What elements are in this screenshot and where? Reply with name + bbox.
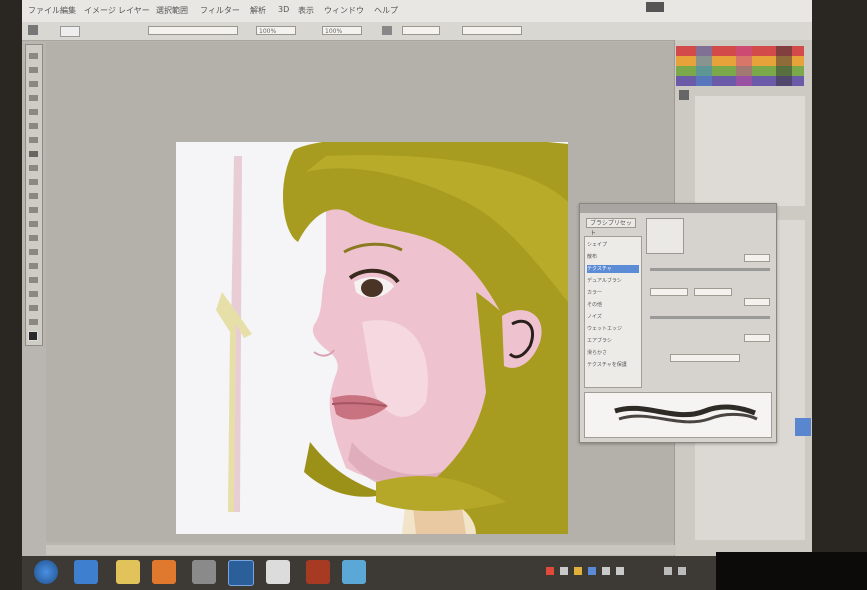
menu-analysis[interactable]: 解析 bbox=[250, 5, 266, 16]
folder-icon[interactable] bbox=[116, 560, 140, 584]
brush-param-field-3[interactable] bbox=[744, 298, 770, 306]
wand-tool-icon[interactable] bbox=[29, 95, 38, 101]
brush-picker[interactable] bbox=[60, 26, 80, 37]
stamp-tool-icon[interactable] bbox=[29, 165, 38, 171]
dock-icon-adjust[interactable] bbox=[679, 90, 689, 100]
eraser-tool-icon[interactable] bbox=[29, 193, 38, 199]
app-icon[interactable] bbox=[192, 560, 216, 584]
brush-setting-row[interactable]: デュアルブラシ bbox=[587, 277, 639, 285]
brush-setting-row[interactable]: エアブラシ bbox=[587, 337, 639, 345]
status-bar bbox=[46, 545, 676, 555]
swatches-panel[interactable] bbox=[676, 46, 804, 86]
taskbar bbox=[22, 556, 812, 590]
brush-size-slider[interactable] bbox=[650, 268, 770, 271]
brush-setting-row[interactable]: 滑らかさ bbox=[587, 349, 639, 357]
volume-icon[interactable] bbox=[678, 567, 686, 575]
gradient-tool-icon[interactable] bbox=[29, 207, 38, 213]
menu-window[interactable]: ウィンドウ bbox=[324, 5, 364, 16]
menu-help[interactable]: ヘルプ bbox=[374, 5, 398, 16]
workspace-switch-button[interactable] bbox=[646, 2, 664, 12]
eyedropper-tool-icon[interactable] bbox=[29, 123, 38, 129]
brush-setting-row[interactable]: カラー bbox=[587, 289, 639, 297]
brush-setting-row[interactable]: その他 bbox=[587, 301, 639, 309]
history-brush-tool-icon[interactable] bbox=[29, 179, 38, 185]
brush-setting-row[interactable]: テクスチャを保護 bbox=[587, 361, 639, 369]
brush-size-field[interactable] bbox=[744, 254, 770, 262]
marquee-tool-icon[interactable] bbox=[29, 67, 38, 73]
drawing-canvas[interactable] bbox=[176, 142, 568, 534]
airbrush-icon[interactable] bbox=[382, 26, 392, 35]
brush-panel-titlebar[interactable] bbox=[580, 204, 776, 213]
tray-icon[interactable] bbox=[560, 567, 568, 575]
brush-param-field-2[interactable] bbox=[694, 288, 732, 296]
menu-bar: ファイル 編集 イメージ レイヤー 選択範囲 フィルター 解析 3D 表示 ウィ… bbox=[22, 0, 812, 23]
options-bar: 100% 100% bbox=[22, 22, 812, 41]
flow-field[interactable]: 100% bbox=[322, 26, 362, 35]
system-tray bbox=[544, 564, 714, 582]
dodge-tool-icon[interactable] bbox=[29, 235, 38, 241]
tray-icon[interactable] bbox=[588, 567, 596, 575]
healing-tool-icon[interactable] bbox=[29, 137, 38, 143]
media-icon[interactable] bbox=[152, 560, 176, 584]
brush-stroke-preview bbox=[584, 392, 772, 438]
stroke-preview-graphic bbox=[614, 404, 758, 424]
pen-tool-icon[interactable] bbox=[29, 249, 38, 255]
start-icon[interactable] bbox=[34, 560, 58, 584]
zoom-tool-icon[interactable] bbox=[29, 319, 38, 325]
smoothing-field[interactable] bbox=[402, 26, 440, 35]
panel-area-upper bbox=[695, 96, 805, 206]
mode-select[interactable] bbox=[148, 26, 238, 35]
blur-tool-icon[interactable] bbox=[29, 221, 38, 227]
photo-shadow bbox=[716, 552, 867, 590]
swatch-grid bbox=[676, 46, 804, 86]
brush-tool-icon[interactable] bbox=[28, 25, 38, 35]
menu-edit[interactable]: 編集 bbox=[60, 5, 76, 16]
shape-tool-icon[interactable] bbox=[29, 291, 38, 297]
foreground-color-swatch[interactable] bbox=[28, 331, 38, 341]
hand-tool-icon[interactable] bbox=[29, 305, 38, 311]
type-tool-icon[interactable] bbox=[29, 263, 38, 269]
comic-icon[interactable] bbox=[266, 560, 290, 584]
network-icon[interactable] bbox=[342, 560, 366, 584]
brush-panel: ブラシプリセット シェイプ 散布 テクスチャ デュアルブラシ カラー その他 ノ… bbox=[579, 203, 777, 443]
menu-file[interactable]: ファイル bbox=[28, 5, 60, 16]
tray-icon[interactable] bbox=[616, 567, 624, 575]
brush-setting-row-selected[interactable]: テクスチャ bbox=[587, 265, 639, 273]
menu-3d[interactable]: 3D bbox=[278, 5, 289, 14]
brush-param-field-4[interactable] bbox=[744, 334, 770, 342]
brush-preset-button[interactable]: ブラシプリセット bbox=[586, 218, 636, 237]
brush-tool-icon[interactable] bbox=[29, 151, 38, 157]
tray-icon[interactable] bbox=[546, 567, 554, 575]
photoshop-window: ファイル 編集 イメージ レイヤー 選択範囲 フィルター 解析 3D 表示 ウィ… bbox=[22, 0, 812, 556]
photoshop-icon[interactable] bbox=[228, 560, 254, 586]
tools-panel bbox=[25, 44, 43, 346]
red-app-icon[interactable] bbox=[306, 560, 330, 584]
brush-setting-row[interactable]: ノイズ bbox=[587, 313, 639, 321]
menu-filter[interactable]: フィルター bbox=[200, 5, 240, 16]
brush-param-slider[interactable] bbox=[650, 316, 770, 319]
brush-control-select[interactable] bbox=[670, 354, 740, 362]
move-tool-icon[interactable] bbox=[29, 53, 38, 59]
menu-image[interactable]: イメージ bbox=[84, 5, 116, 16]
path-select-tool-icon[interactable] bbox=[29, 277, 38, 283]
menu-layer[interactable]: レイヤー bbox=[118, 5, 150, 16]
menu-select[interactable]: 選択範囲 bbox=[156, 5, 188, 16]
lasso-tool-icon[interactable] bbox=[29, 81, 38, 87]
flag-icon[interactable] bbox=[664, 567, 672, 575]
ie-icon[interactable] bbox=[74, 560, 98, 584]
opacity-field[interactable]: 100% bbox=[256, 26, 296, 35]
tray-icon[interactable] bbox=[574, 567, 582, 575]
brush-param-field-1[interactable] bbox=[650, 288, 688, 296]
brush-settings-list: シェイプ 散布 テクスチャ デュアルブラシ カラー その他 ノイズ ウェットエッ… bbox=[584, 236, 642, 388]
brush-setting-row[interactable]: ウェットエッジ bbox=[587, 325, 639, 333]
menu-view[interactable]: 表示 bbox=[298, 5, 314, 16]
brush-setting-row[interactable]: シェイプ bbox=[587, 241, 639, 249]
brush-setting-row[interactable]: 散布 bbox=[587, 253, 639, 261]
portrait-illustration bbox=[176, 142, 568, 534]
sample-field[interactable] bbox=[462, 26, 522, 35]
tray-icon[interactable] bbox=[602, 567, 610, 575]
brush-tip-thumbnail[interactable] bbox=[646, 218, 684, 254]
crop-tool-icon[interactable] bbox=[29, 109, 38, 115]
layer-thumbnail[interactable] bbox=[795, 418, 811, 436]
